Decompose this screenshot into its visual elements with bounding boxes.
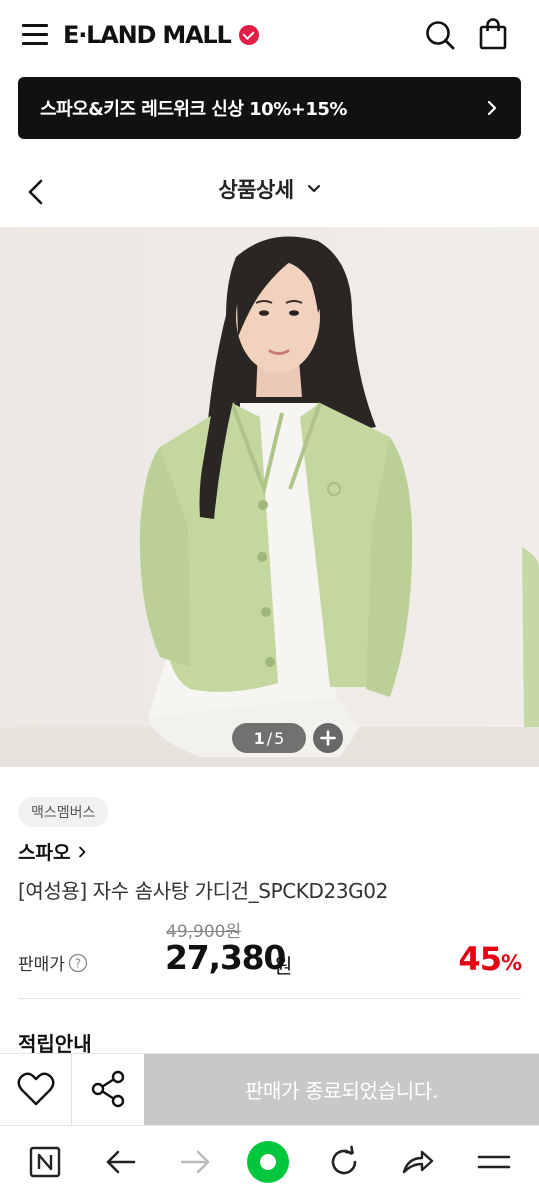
- logo-check-icon: [238, 25, 259, 45]
- home-dot-icon[interactable]: [246, 1140, 290, 1184]
- shopping-bag-icon[interactable]: [478, 17, 508, 51]
- discount-value: 45: [458, 940, 502, 978]
- member-badge: 맥스멤버스: [18, 797, 109, 827]
- bottom-action-bar: 판매가 종료되었습니다.: [0, 1053, 539, 1125]
- svg-text:?: ?: [75, 956, 81, 970]
- refresh-icon[interactable]: [326, 1144, 362, 1180]
- zoom-plus-icon[interactable]: [313, 723, 343, 753]
- image-pager: 1/5: [232, 723, 306, 753]
- browser-back-icon[interactable]: [103, 1144, 139, 1180]
- chevron-right-icon: [487, 100, 497, 116]
- browser-forward-icon: [177, 1144, 213, 1180]
- search-icon[interactable]: [424, 19, 456, 51]
- browser-menu-icon[interactable]: [476, 1144, 512, 1180]
- brand-link[interactable]: 스파오: [18, 838, 86, 865]
- promo-banner[interactable]: 스파오&키즈 레드위크 신상 10%+15%: [18, 77, 521, 139]
- chevron-right-icon: [79, 846, 86, 857]
- divider: [18, 998, 521, 999]
- browser-toolbar: [0, 1125, 539, 1200]
- wishlist-heart-icon[interactable]: [0, 1054, 72, 1125]
- chevron-down-icon: [307, 184, 320, 193]
- brand-name: 스파오: [18, 842, 71, 864]
- product-image[interactable]: [0, 227, 539, 767]
- app-header: E·LAND MALL: [0, 0, 539, 70]
- eland-mall-logo[interactable]: E·LAND MALL: [63, 18, 259, 52]
- sale-price: 27,380: [165, 938, 286, 977]
- price-label-row: 판매가 ?: [18, 950, 88, 975]
- naver-n-icon[interactable]: [27, 1144, 63, 1180]
- discount-rate: 45%: [458, 940, 522, 978]
- logo-text: E·LAND MALL: [63, 21, 232, 49]
- page-title-dropdown[interactable]: 상품상세: [0, 174, 539, 204]
- page-nav: 상품상세: [0, 150, 539, 230]
- pager-total: 5: [274, 728, 285, 748]
- product-name: [여성용] 자수 솜사탕 가디건_SPCKD23G02: [18, 879, 388, 903]
- price-label: 판매가: [18, 955, 65, 975]
- price-unit: 원: [274, 954, 293, 978]
- page-title: 상품상세: [218, 178, 294, 202]
- share-icon[interactable]: [72, 1054, 144, 1125]
- pager-current: 1: [253, 728, 265, 748]
- promo-text: 스파오&키즈 레드위크 신상 10%+15%: [40, 99, 347, 120]
- sold-out-button[interactable]: 판매가 종료되었습니다.: [144, 1054, 539, 1125]
- pager-separator: /: [266, 728, 273, 748]
- share-arrow-icon[interactable]: [400, 1144, 436, 1180]
- discount-unit: %: [500, 951, 522, 975]
- menu-icon[interactable]: [22, 24, 50, 46]
- help-question-icon[interactable]: ?: [68, 953, 88, 973]
